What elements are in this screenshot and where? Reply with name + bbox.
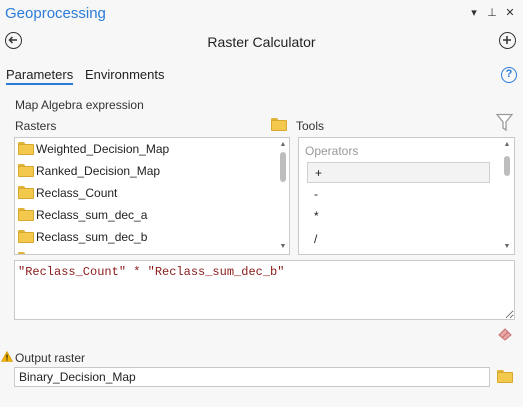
tools-list[interactable]: Operators + - * / ▲ ▼	[298, 137, 515, 255]
raster-folder-icon	[18, 164, 34, 177]
tools-scrollbar[interactable]: ▲ ▼	[501, 138, 513, 254]
operator-item[interactable]: /	[307, 229, 490, 250]
tool-header: Raster Calculator	[0, 28, 523, 56]
operator-item[interactable]: *	[307, 206, 490, 227]
rasters-label: Rasters	[15, 119, 57, 133]
pane-title: Geoprocessing	[5, 5, 106, 22]
tool-title: Raster Calculator	[207, 34, 316, 50]
output-raster-label: Output raster	[15, 351, 86, 365]
title-bar: Geoprocessing ▾ ⊥ ✕	[0, 0, 523, 28]
scroll-up-icon[interactable]: ▲	[501, 139, 513, 151]
tab-environments[interactable]: Environments	[85, 67, 164, 82]
raster-folder-icon	[18, 186, 34, 199]
map-algebra-label: Map Algebra expression	[15, 98, 144, 112]
pane-menu-icon[interactable]: ▾	[468, 6, 480, 19]
raster-folder-icon	[18, 142, 34, 155]
scroll-thumb[interactable]	[504, 156, 510, 176]
scroll-down-icon[interactable]: ▼	[501, 241, 513, 253]
scroll-down-icon[interactable]: ▼	[277, 241, 289, 253]
raster-folder-icon	[18, 230, 34, 243]
list-item[interactable]: Weighted_Decision_Map	[15, 138, 277, 160]
filter-icon[interactable]	[496, 113, 513, 132]
list-item[interactable]: C	[15, 248, 277, 254]
list-item[interactable]: Reclass_Count	[15, 182, 277, 204]
raster-folder-icon	[18, 252, 34, 254]
tab-bar: Parameters Environments ?	[0, 64, 523, 88]
scroll-up-icon[interactable]: ▲	[277, 139, 289, 151]
rasters-scrollbar[interactable]: ▲ ▼	[277, 138, 289, 254]
rasters-list[interactable]: Weighted_Decision_Map Ranked_Decision_Ma…	[14, 137, 290, 255]
tools-label: Tools	[296, 119, 325, 133]
scroll-thumb[interactable]	[280, 152, 286, 182]
raster-name: Ranked_Decision_Map	[36, 164, 161, 178]
pin-icon[interactable]: ⊥	[486, 6, 498, 19]
list-item[interactable]: Ranked_Decision_Map	[15, 160, 277, 182]
raster-name: Reclass_Count	[36, 186, 118, 200]
operator-item[interactable]: -	[307, 184, 490, 205]
tab-parameters[interactable]: Parameters	[6, 67, 74, 85]
help-icon[interactable]: ?	[501, 67, 517, 83]
browse-output-folder-icon[interactable]	[497, 370, 513, 383]
browse-rasters-folder-icon[interactable]	[271, 118, 287, 131]
operator-item[interactable]: +	[307, 162, 490, 183]
tools-category-label: Operators	[305, 144, 359, 158]
raster-name: C	[36, 252, 45, 254]
list-item[interactable]: Reclass_sum_dec_a	[15, 204, 277, 226]
output-raster-field[interactable]	[14, 367, 490, 387]
raster-name: Reclass_sum_dec_b	[36, 230, 148, 244]
raster-name: Weighted_Decision_Map	[36, 142, 170, 156]
add-button[interactable]	[499, 32, 516, 49]
expression-input[interactable]: "Reclass_Count" * "Reclass_sum_dec_b"	[14, 260, 515, 320]
close-icon[interactable]: ✕	[504, 6, 516, 19]
raster-folder-icon	[18, 208, 34, 221]
plus-icon	[503, 36, 511, 44]
list-item[interactable]: Reclass_sum_dec_b	[15, 226, 277, 248]
warning-icon	[1, 351, 13, 362]
eraser-icon[interactable]	[497, 327, 513, 341]
raster-name: Reclass_sum_dec_a	[36, 208, 148, 222]
